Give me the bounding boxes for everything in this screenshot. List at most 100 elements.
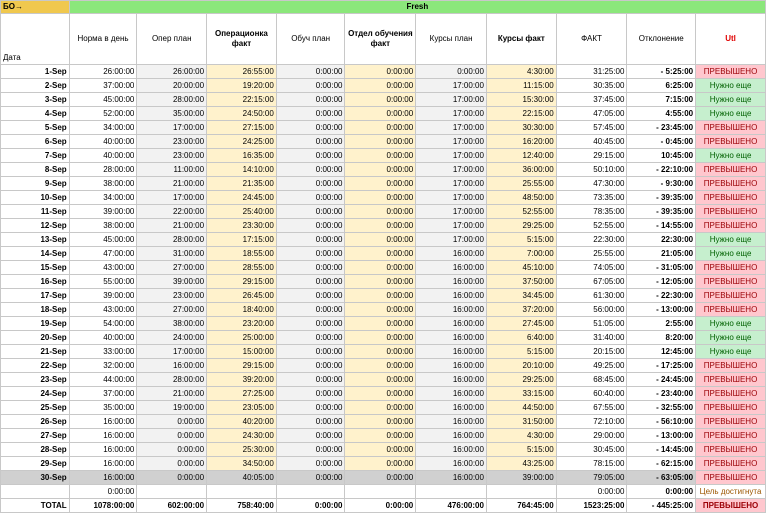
date-cell[interactable]: 3-Sep bbox=[0, 92, 70, 107]
status-cell[interactable]: Нужно еще bbox=[695, 246, 766, 261]
courses-plan-cell[interactable]: 16:00:00 bbox=[415, 260, 487, 275]
norm-cell[interactable]: 33:00:00 bbox=[68, 344, 138, 359]
norm-cell[interactable]: 35:00:00 bbox=[68, 400, 138, 415]
fact-total-cell[interactable]: 30:35:00 bbox=[555, 78, 628, 93]
training-fact-cell[interactable]: 0:00:00 bbox=[344, 302, 417, 317]
status-cell[interactable]: ПРЕВЫШЕНО bbox=[695, 162, 766, 177]
oper-fact-cell[interactable]: 23:30:00 bbox=[206, 218, 277, 233]
deviation-cell[interactable]: 21:05:00 bbox=[626, 246, 697, 261]
date-cell[interactable]: 6-Sep bbox=[0, 134, 70, 149]
oper-plan-cell[interactable]: 26:00:00 bbox=[136, 64, 208, 79]
courses-fact-cell[interactable]: 29:25:00 bbox=[485, 218, 557, 233]
training-plan-cell[interactable] bbox=[275, 484, 346, 499]
training-plan-cell[interactable]: 0:00:00 bbox=[275, 134, 346, 149]
courses-fact-cell[interactable]: 4:30:00 bbox=[485, 64, 557, 79]
norm-cell[interactable]: 0:00:00 bbox=[68, 484, 138, 499]
date-cell[interactable]: 20-Sep bbox=[0, 330, 70, 345]
status-cell[interactable]: ПРЕВЫШЕНО bbox=[695, 120, 766, 135]
fact-total-cell[interactable]: 74:05:00 bbox=[555, 260, 628, 275]
norm-cell[interactable]: 39:00:00 bbox=[68, 204, 138, 219]
date-cell[interactable]: 16-Sep bbox=[0, 274, 70, 289]
oper-plan-cell[interactable]: 31:00:00 bbox=[136, 246, 208, 261]
courses-fact-cell[interactable]: 29:25:00 bbox=[485, 372, 557, 387]
date-cell[interactable]: 30-Sep bbox=[0, 470, 70, 485]
date-cell[interactable] bbox=[0, 484, 70, 499]
fact-total-cell[interactable]: 52:55:00 bbox=[555, 218, 628, 233]
deviation-cell[interactable]: - 5:25:00 bbox=[626, 64, 697, 79]
fact-total-cell[interactable]: 30:45:00 bbox=[555, 442, 628, 457]
oper-plan-cell[interactable]: 0:00:00 bbox=[136, 428, 208, 443]
training-fact-cell[interactable]: 0:00:00 bbox=[344, 470, 417, 485]
deviation-cell[interactable]: - 62:15:00 bbox=[626, 456, 697, 471]
courses-plan-cell[interactable]: 17:00:00 bbox=[415, 134, 487, 149]
training-plan-cell[interactable]: 0:00:00 bbox=[275, 372, 346, 387]
training-fact-cell[interactable]: 0:00:00 bbox=[344, 344, 417, 359]
training-plan-cell[interactable]: 0:00:00 bbox=[275, 232, 346, 247]
date-cell[interactable]: 9-Sep bbox=[0, 176, 70, 191]
training-plan-cell[interactable]: 0:00:00 bbox=[275, 92, 346, 107]
oper-plan-cell[interactable]: 19:00:00 bbox=[136, 400, 208, 415]
oper-fact-cell[interactable]: 22:15:00 bbox=[206, 92, 277, 107]
status-cell[interactable]: ПРЕВЫШЕНО bbox=[695, 218, 766, 233]
status-cell[interactable]: Нужно еще bbox=[695, 106, 766, 121]
fact-total-cell[interactable]: 79:05:00 bbox=[555, 470, 628, 485]
date-cell[interactable]: 17-Sep bbox=[0, 288, 70, 303]
oper-fact-cell[interactable]: 40:05:00 bbox=[206, 470, 277, 485]
date-cell[interactable]: 15-Sep bbox=[0, 260, 70, 275]
training-fact-cell[interactable]: 0:00:00 bbox=[344, 330, 417, 345]
fact-total-cell[interactable]: 60:40:00 bbox=[555, 386, 628, 401]
norm-cell[interactable]: 44:00:00 bbox=[68, 372, 138, 387]
date-cell[interactable]: 23-Sep bbox=[0, 372, 70, 387]
date-cell[interactable]: 27-Sep bbox=[0, 428, 70, 443]
norm-cell[interactable]: 16:00:00 bbox=[68, 456, 138, 471]
courses-plan-cell[interactable]: 17:00:00 bbox=[415, 232, 487, 247]
deviation-cell[interactable]: 6:25:00 bbox=[626, 78, 697, 93]
oper-fact-cell[interactable]: 24:45:00 bbox=[206, 190, 277, 205]
header-left-cell[interactable]: БО→ bbox=[0, 0, 70, 14]
status-cell[interactable]: ПРЕВЫШЕНО bbox=[695, 204, 766, 219]
deviation-cell[interactable]: - 9:30:00 bbox=[626, 176, 697, 191]
deviation-cell[interactable]: - 445:25:00 bbox=[626, 498, 697, 513]
training-plan-cell[interactable]: 0:00:00 bbox=[275, 498, 346, 513]
norm-cell[interactable]: 38:00:00 bbox=[68, 218, 138, 233]
courses-plan-cell[interactable]: 17:00:00 bbox=[415, 176, 487, 191]
header-utl[interactable]: Utl bbox=[695, 13, 766, 65]
status-cell[interactable]: Нужно еще bbox=[695, 344, 766, 359]
norm-cell[interactable]: 45:00:00 bbox=[68, 232, 138, 247]
training-plan-cell[interactable]: 0:00:00 bbox=[275, 204, 346, 219]
courses-plan-cell[interactable]: 476:00:00 bbox=[415, 498, 487, 513]
status-cell[interactable]: ПРЕВЫШЕНО bbox=[695, 260, 766, 275]
training-plan-cell[interactable]: 0:00:00 bbox=[275, 470, 346, 485]
deviation-cell[interactable]: - 23:45:00 bbox=[626, 120, 697, 135]
header-deviation[interactable]: Отклонение bbox=[626, 13, 697, 65]
training-plan-cell[interactable]: 0:00:00 bbox=[275, 148, 346, 163]
oper-fact-cell[interactable]: 24:30:00 bbox=[206, 428, 277, 443]
date-cell[interactable]: 12-Sep bbox=[0, 218, 70, 233]
courses-plan-cell[interactable]: 16:00:00 bbox=[415, 414, 487, 429]
training-fact-cell[interactable]: 0:00:00 bbox=[344, 148, 417, 163]
courses-plan-cell[interactable] bbox=[415, 484, 487, 499]
oper-plan-cell[interactable]: 16:00:00 bbox=[136, 358, 208, 373]
oper-fact-cell[interactable] bbox=[206, 484, 277, 499]
fact-total-cell[interactable]: 68:45:00 bbox=[555, 372, 628, 387]
norm-cell[interactable]: 52:00:00 bbox=[68, 106, 138, 121]
oper-plan-cell[interactable]: 17:00:00 bbox=[136, 120, 208, 135]
date-cell[interactable]: 26-Sep bbox=[0, 414, 70, 429]
courses-fact-cell[interactable]: 48:50:00 bbox=[485, 190, 557, 205]
oper-fact-cell[interactable]: 18:40:00 bbox=[206, 302, 277, 317]
courses-plan-cell[interactable]: 16:00:00 bbox=[415, 344, 487, 359]
courses-plan-cell[interactable]: 0:00:00 bbox=[415, 64, 487, 79]
training-fact-cell[interactable]: 0:00:00 bbox=[344, 316, 417, 331]
fact-total-cell[interactable]: 37:45:00 bbox=[555, 92, 628, 107]
date-cell[interactable]: 8-Sep bbox=[0, 162, 70, 177]
norm-cell[interactable]: 1078:00:00 bbox=[68, 498, 138, 513]
deviation-cell[interactable]: - 12:05:00 bbox=[626, 274, 697, 289]
training-plan-cell[interactable]: 0:00:00 bbox=[275, 456, 346, 471]
courses-fact-cell[interactable]: 39:00:00 bbox=[485, 470, 557, 485]
status-cell[interactable]: ПРЕВЫШЕНО bbox=[695, 64, 766, 79]
status-cell[interactable]: Нужно еще bbox=[695, 232, 766, 247]
training-plan-cell[interactable]: 0:00:00 bbox=[275, 246, 346, 261]
courses-plan-cell[interactable]: 16:00:00 bbox=[415, 288, 487, 303]
header-oper-fact[interactable]: Операционка факт bbox=[206, 13, 277, 65]
training-fact-cell[interactable]: 0:00:00 bbox=[344, 204, 417, 219]
